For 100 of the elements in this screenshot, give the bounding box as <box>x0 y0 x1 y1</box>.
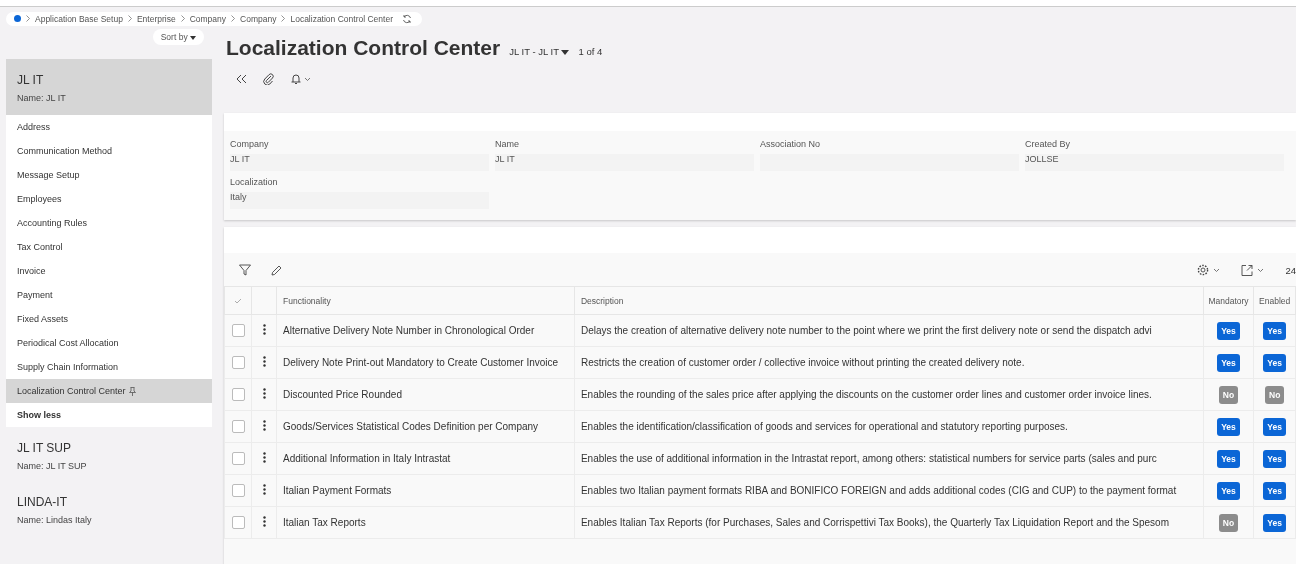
table-cell: Restricts the creation of customer order / collective invoice without printing the created delivery note. <box>574 346 1204 379</box>
navigation-link[interactable]: Fixed Assets <box>6 307 212 331</box>
more-options-icon[interactable] <box>262 516 266 527</box>
table-cell: Italian Payment Formats <box>276 474 575 507</box>
chevron-icon <box>26 15 30 22</box>
column-header[interactable]: Enabled <box>1253 286 1296 315</box>
column-header[interactable]: Functionality <box>276 286 575 315</box>
record-count: 24 <box>1285 264 1296 276</box>
status-badge: Yes <box>1217 321 1240 340</box>
more-options-icon[interactable] <box>262 356 266 367</box>
record-title: JL IT <box>17 73 45 87</box>
paperclip-icon[interactable] <box>263 73 274 85</box>
status-badge: No <box>1218 385 1239 404</box>
chevron-icon <box>281 15 286 22</box>
more-options-icon[interactable] <box>262 452 266 463</box>
status-badge: Yes <box>1217 449 1240 468</box>
pencil-icon[interactable] <box>271 264 282 276</box>
sort-by-button[interactable]: Sort by <box>152 29 204 45</box>
column-header[interactable]: Mandatory <box>1203 286 1254 315</box>
table-cell: Enables the identification/classification of goods and services for operational and statutory reporting purposes. <box>574 410 1204 443</box>
navigation-link[interactable]: Accounting Rules <box>6 211 212 235</box>
status-badge: Yes <box>1263 417 1286 436</box>
status-badge: Yes <box>1263 481 1286 500</box>
field-label: Company <box>230 139 270 151</box>
export-icon[interactable] <box>1241 264 1266 276</box>
table-cell: Additional Information in Italy Intrastat <box>276 442 575 475</box>
navigation-link[interactable]: Communication Method <box>6 139 212 163</box>
status-badge: Yes <box>1263 513 1286 532</box>
navigation-link[interactable]: Employees <box>6 187 212 211</box>
more-options-icon[interactable] <box>262 388 266 399</box>
record-card[interactable]: JL IT Name: JL IT <box>6 59 212 115</box>
field-label: Created By <box>1025 139 1072 151</box>
row-checkbox[interactable] <box>231 356 245 369</box>
status-badge: Yes <box>1263 321 1286 340</box>
table-cell: Delays the creation of alternative delivery note number to the point where we print the first delivery note or send the dispatch advi <box>574 314 1204 347</box>
table-cell: Delivery Note Print-out Mandatory to Create Customer Invoice <box>276 346 575 379</box>
status-badge: No <box>1265 385 1285 404</box>
more-options-icon[interactable] <box>262 484 266 495</box>
caret-icon <box>190 35 196 40</box>
field-label: Association No <box>760 139 822 151</box>
row-checkbox[interactable] <box>231 516 245 529</box>
field-value: Italy <box>230 192 489 209</box>
navigation-link[interactable]: Message Setup <box>6 163 212 187</box>
navigation-link[interactable]: Localization Control Center <box>6 379 212 403</box>
column-header[interactable]: Description <box>574 286 1204 315</box>
status-badge: Yes <box>1263 353 1286 372</box>
select-all-check-icon[interactable] <box>234 297 242 304</box>
table-cell: Enables two Italian payment formats RIBA and BONIFICO FOREIGN and adds additional codes (CIG and CUP) to the payment format <box>574 474 1204 507</box>
field-label: Localization <box>230 177 279 189</box>
navigation-link[interactable]: Address <box>6 115 212 139</box>
collapse-icon[interactable] <box>236 74 247 84</box>
table-cell: Discounted Price Rounded <box>276 378 575 411</box>
page-title: Localization Control Center <box>226 36 501 60</box>
status-badge: No <box>1218 513 1239 532</box>
chevron-icon <box>231 15 236 22</box>
row-checkbox[interactable] <box>231 484 245 497</box>
field-value: JOLLSE <box>1025 154 1284 171</box>
table-cell: Enables the use of additional information in the Intrastat report, among others: statistical numbers for service parts (sales and purc <box>574 442 1204 475</box>
settings-icon[interactable] <box>1197 264 1222 276</box>
row-checkbox[interactable] <box>231 420 245 433</box>
name-label: Name: <box>17 515 44 525</box>
record-selector[interactable]: JL IT - JL IT <box>509 46 570 57</box>
record-title: LINDA-IT <box>17 495 68 509</box>
record-name: Lindas Italy <box>46 515 92 525</box>
chevron-icon <box>180 15 185 22</box>
caret-icon <box>561 50 570 55</box>
status-badge: Yes <box>1217 481 1240 500</box>
table-cell: Enables Italian Tax Reports (for Purchases, Sales and Corrispettivi Tax Books), the Quarterly Tax Liquidation Report and the Spesom <box>574 506 1204 539</box>
record-name: JL IT <box>46 93 66 103</box>
navigation-link[interactable]: Periodical Cost Allocation <box>6 331 212 355</box>
row-checkbox[interactable] <box>231 388 245 401</box>
field-label: Name <box>495 139 520 151</box>
table-cell: Enables the rounding of the sales price after applying the discounts on the customer order lines and customer order invoice lines. <box>574 378 1204 411</box>
more-options-icon[interactable] <box>262 420 266 431</box>
status-badge: Yes <box>1217 417 1240 436</box>
refresh-icon[interactable] <box>401 13 412 24</box>
name-label: Name: <box>17 461 44 471</box>
bell-icon[interactable] <box>290 73 312 85</box>
navigation-link[interactable]: Supply Chain Information <box>6 355 212 379</box>
record-position: 1 of 4 <box>578 46 603 57</box>
table-cell: Italian Tax Reports <box>276 506 575 539</box>
pin-icon[interactable] <box>128 386 136 396</box>
show-less-link[interactable]: Show less <box>6 403 212 427</box>
navigation-link[interactable]: Invoice <box>6 259 212 283</box>
row-checkbox[interactable] <box>231 324 245 337</box>
breadcrumb-link[interactable]: Application Base Setup <box>35 13 123 24</box>
filter-icon[interactable] <box>239 264 251 276</box>
home-dot-icon[interactable] <box>14 15 21 22</box>
field-value: JL IT <box>495 154 754 171</box>
breadcrumb-link[interactable]: Company <box>189 13 227 24</box>
more-options-icon[interactable] <box>262 324 266 335</box>
navigation-link[interactable]: Payment <box>6 283 212 307</box>
navigation-link[interactable]: Tax Control <box>6 235 212 259</box>
breadcrumb-link[interactable]: Enterprise <box>136 13 176 24</box>
status-badge: Yes <box>1217 353 1240 372</box>
row-checkbox[interactable] <box>231 452 245 465</box>
breadcrumb-link[interactable]: Company <box>240 13 277 24</box>
table-cell: Goods/Services Statistical Codes Definition per Company <box>276 410 575 443</box>
record-name: JL IT SUP <box>46 461 87 471</box>
breadcrumb-link[interactable]: Localization Control Center <box>290 13 393 24</box>
